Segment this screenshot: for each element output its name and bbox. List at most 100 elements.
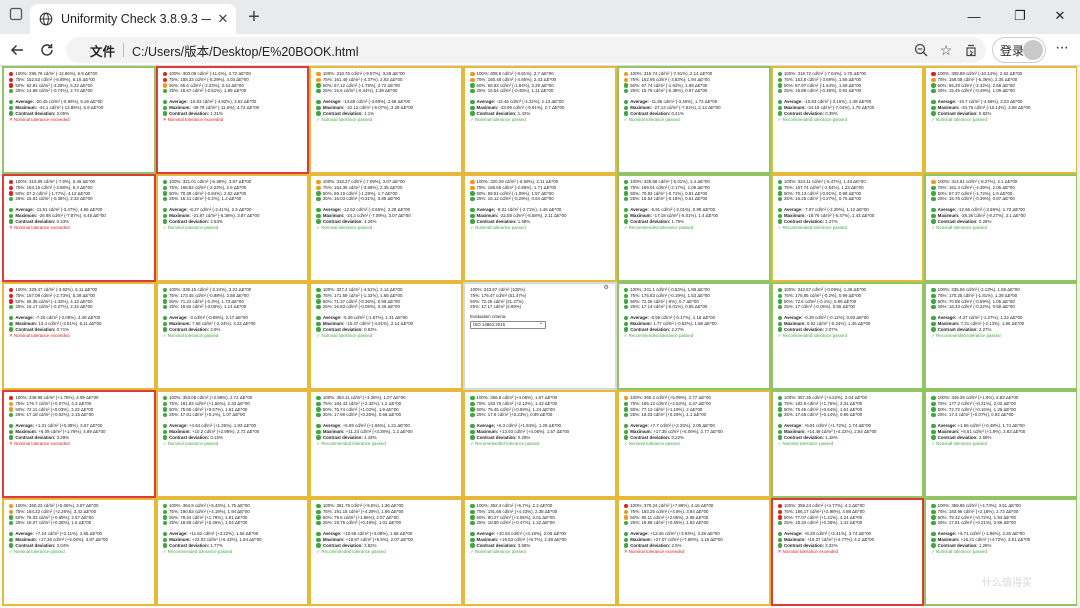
status-dot-icon [316,423,321,429]
tolerance-status: ✓ Recommended tolerance passed [777,116,847,122]
status-dot-icon [316,111,321,116]
tolerance-status: ✓ Nominal tolerance passed [470,224,526,230]
status-dot-icon [9,503,14,509]
status-dot-icon [316,509,321,514]
status-dot-icon [162,521,168,526]
status-dot-icon [777,327,782,332]
status-dot-icon [931,105,936,111]
close-window-button[interactable]: ✕ [1046,6,1074,26]
luminance-text: 25%: 18.34 cd/m² (+0.36%), 1.42 ΔE*00 [783,520,863,526]
status-dot-icon [162,99,168,105]
status-dot-icon [470,423,475,429]
status-dot-icon [162,429,168,435]
measurement-cell: 100%: 342.57 cd/m² (-0.09%), 1.46 ΔE*00 7… [770,282,925,390]
minimize-button[interactable]: — [960,6,988,26]
contrast-value: 3.68% [517,542,531,548]
status-dot-icon [623,521,629,526]
status-dot-icon [623,305,629,310]
collections-icon[interactable] [961,40,981,60]
status-dot-icon [316,293,321,298]
status-dot-icon [931,191,936,196]
status-dot-icon [777,509,782,514]
measurement-cell: 100%: 308.89 cd/m² (-10.14%), 2.62 ΔE*00… [924,66,1078,174]
status-dot-icon [931,543,936,548]
status-dot-icon [777,305,782,310]
status-dot-icon [316,191,321,196]
status-dot-icon [931,321,936,327]
tab-bar: Uniformity Check 3.8.9.3 — Kuyco ✕ + — ❐… [0,0,1080,34]
refresh-icon[interactable] [36,39,58,61]
status-dot-icon [470,213,475,219]
zoom-icon[interactable] [911,40,931,60]
contrast-label: Contrast deviation: [15,542,56,548]
status-dot-icon [316,71,321,77]
status-dot-icon [162,213,168,219]
active-tab[interactable]: Uniformity Check 3.8.9.3 — Kuyco ✕ [30,4,236,34]
tolerance-status: ✓ Recommended tolerance passed [623,224,694,230]
workspaces-icon[interactable] [6,4,26,24]
url-text[interactable]: C:/Users/版本/Desktop/E%20BOOK.html [132,41,358,60]
luminance-text: 25%: 15.6 cd/m² (-0.44%), 1.39 ΔE*00 [322,88,398,94]
status-dot-icon [316,99,321,105]
status-dot-icon [931,83,936,88]
evaluation-criteria-select[interactable]: ISO 14861:2015 [470,320,547,329]
status-dot-icon [470,191,475,196]
status-dot-icon [162,543,168,548]
status-dot-icon [931,435,936,440]
measurement-cell: 100%: 329.47 cd/m² (-3.92%), 6.11 ΔE*00 7… [2,282,156,390]
address-separator [123,43,125,57]
status-dot-icon [931,293,936,298]
measurement-cell: 100%: 308.9 cd/m² (-9.91%), 2.7 ΔE*00 75%… [463,66,617,174]
measurement-cell: 100%: 341.1 cd/m² (-0.52%), 1.88 ΔE*00 75… [616,282,771,390]
address-bar[interactable]: 文件 C:/Users/版本/Desktop/E%20BOOK.html ☆ [66,37,986,63]
status-dot-icon [623,105,629,111]
tab-close-icon[interactable]: ✕ [215,11,231,27]
status-dot-icon [9,77,14,82]
status-dot-icon [316,413,321,418]
restore-button[interactable]: ❐ [1006,6,1034,26]
status-dot-icon [777,521,782,526]
status-dot-icon [777,77,782,82]
contrast-label: Contrast deviation: [937,218,978,224]
status-dot-icon [470,531,475,537]
status-dot-icon [9,71,14,77]
tolerance-status: ✕ Nominal tolerance exceeded [9,332,70,338]
contrast-label: Contrast deviation: [937,110,978,116]
luminance-text: 25%: 17.81 cd/m² (+0.2%), 1.07 ΔE*00 [169,412,245,418]
status-dot-icon [931,509,936,514]
contrast-label: Contrast deviation: [783,110,824,116]
status-dot-icon [162,287,168,293]
back-icon[interactable] [6,39,28,61]
contrast-value: 0.15% [210,434,223,440]
contrast-label: Contrast deviation: [322,434,363,440]
measurement-cell: 100%: 318.76 cd/m² (-9.07%), 3.29 ΔE*00 7… [309,66,464,174]
more-menu-icon[interactable]: ··· [1055,39,1069,57]
tolerance-status: ✓ Nominal tolerance passed [316,332,373,338]
status-dot-icon [470,185,475,190]
status-dot-icon [931,71,936,77]
status-dot-icon [777,89,782,94]
new-tab-button[interactable]: + [244,6,264,28]
contrast-label: Contrast deviation: [476,542,517,548]
tolerance-status: ✓ Recommended tolerance passed [777,224,847,230]
status-dot-icon [931,413,936,418]
tolerance-status: ✕ Nominal tolerance exceeded [162,116,224,122]
status-dot-icon [623,197,629,202]
contrast-value: 2.63% [210,218,223,224]
status-dot-icon [470,435,475,440]
login-button[interactable]: 登录 [992,37,1046,63]
status-dot-icon [162,111,168,116]
luminance-text: 25%: 15.54 cd/m² (-0.45%), 1.11 ΔE*00 [476,88,554,94]
favorite-star-icon[interactable]: ☆ [936,40,956,60]
luminance-text: 25%: 17.18 cd/m² (+0.02%), 2.15 ΔE*00 [15,412,94,418]
settings-gear-icon[interactable]: ⚙ [603,285,608,292]
tolerance-status: ✓ Recommended tolerance passed [162,548,233,554]
contrast-value: 2.07% [825,326,838,332]
contrast-value: 0.22% [671,434,684,440]
status-dot-icon [777,543,782,548]
contrast-label: Contrast deviation: [630,218,671,224]
tolerance-status: ✕ Nominal tolerance exceeded [777,548,839,554]
status-dot-icon [316,287,321,293]
tolerance-status: ✓ Recommended tolerance passed [623,332,694,338]
status-dot-icon [777,503,782,509]
